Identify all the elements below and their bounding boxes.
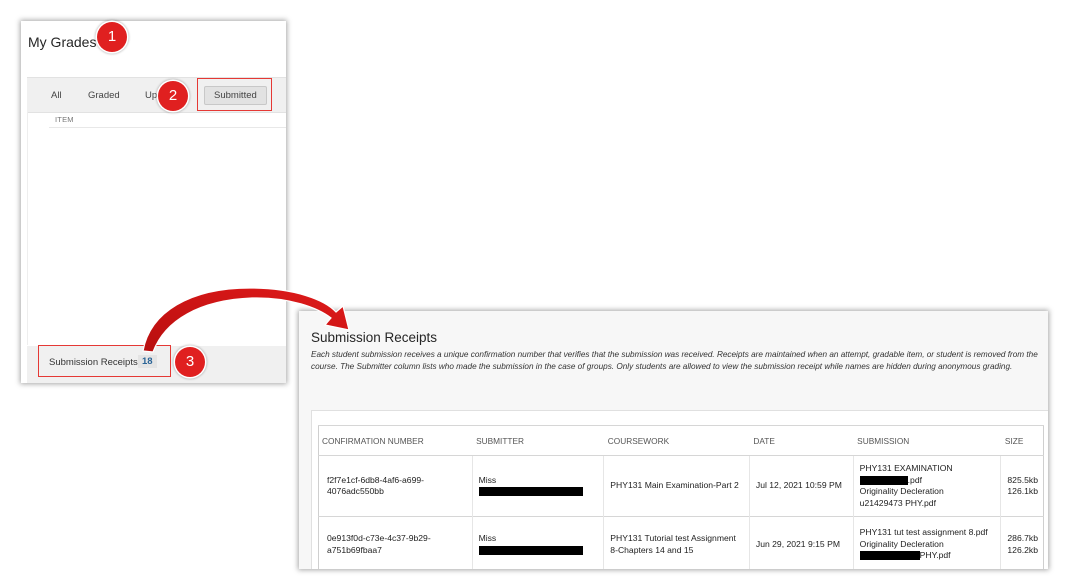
filter-graded[interactable]: Graded bbox=[88, 90, 120, 101]
cell-date: Jul 12, 2021 10:59 PM bbox=[749, 455, 854, 517]
submitter-name: Miss bbox=[478, 533, 497, 543]
cell-confirmation: f2f7e1cf-6db8-4af6-a699- 4076adc550bb bbox=[318, 455, 473, 517]
th-size: SIZE bbox=[1000, 425, 1044, 456]
th-submission: SUBMISSION bbox=[853, 425, 1001, 456]
size-value: 825.5kb bbox=[1007, 474, 1038, 485]
th-submitter: SUBMITTER bbox=[472, 425, 604, 456]
cell-size: 825.5kb 126.1kb bbox=[1000, 455, 1044, 517]
my-grades-panel: My Grades All Graded Up Submitted ITEM S… bbox=[21, 21, 286, 383]
cell-confirmation: 0e913f0d-c73e-4c37-9b29- a751b69fbaa7 bbox=[318, 516, 473, 569]
size-value: 126.1kb bbox=[1007, 486, 1038, 496]
callout-badge-2: 2 bbox=[158, 81, 188, 111]
redaction-bar bbox=[859, 475, 908, 485]
table-row: f2f7e1cf-6db8-4af6-a699- 4076adc550bb Mi… bbox=[318, 455, 1044, 517]
submission-file[interactable]: PHY.pdf bbox=[920, 550, 951, 560]
confirmation-line: 4076adc550bb bbox=[327, 486, 384, 496]
confirmation-line: f2f7e1cf-6db8-4af6-a699- bbox=[327, 474, 424, 485]
submission-file[interactable]: Originality Decleration bbox=[860, 539, 944, 549]
confirmation-line: 0e913f0d-c73e-4c37-9b29- bbox=[327, 533, 431, 543]
confirmation-line: a751b69fbaa7 bbox=[327, 544, 382, 555]
receipts-table: CONFIRMATION NUMBER SUBMITTER COURSEWORK… bbox=[318, 425, 1044, 569]
redaction-bar bbox=[859, 551, 920, 561]
cell-coursework: PHY131 Tutorial test Assignment 8-Chapte… bbox=[603, 516, 750, 569]
cell-coursework: PHY131 Main Examination-Part 2 bbox=[603, 455, 750, 517]
list-border bbox=[27, 112, 28, 345]
size-value: 286.7kb bbox=[1007, 533, 1038, 543]
column-header-item: ITEM bbox=[55, 115, 74, 124]
cell-submission: PHY131 EXAMINATION .pdf Originality Decl… bbox=[853, 455, 1002, 517]
submission-file[interactable]: Originality Decleration bbox=[860, 486, 944, 496]
submission-receipts-panel: Submission Receipts Each student submiss… bbox=[299, 311, 1048, 569]
submission-file[interactable]: u21429473 PHY.pdf bbox=[860, 498, 936, 508]
table-header-row: CONFIRMATION NUMBER SUBMITTER COURSEWORK… bbox=[318, 425, 1044, 456]
filter-upcoming[interactable]: Up bbox=[145, 90, 157, 101]
cell-submitter: Miss bbox=[472, 516, 605, 569]
highlight-box-submitted bbox=[197, 78, 272, 111]
cell-submission: PHY131 tut test assignment 8.pdf Origina… bbox=[853, 516, 1002, 569]
receipts-title: Submission Receipts bbox=[311, 330, 438, 345]
callout-badge-3: 3 bbox=[175, 347, 205, 377]
highlight-box-receipts bbox=[38, 345, 171, 377]
cell-size: 286.7kb 126.2kb bbox=[1000, 516, 1044, 569]
th-confirmation: CONFIRMATION NUMBER bbox=[318, 425, 473, 456]
table-row: 0e913f0d-c73e-4c37-9b29- a751b69fbaa7 Mi… bbox=[318, 516, 1044, 569]
callout-badge-1: 1 bbox=[97, 22, 127, 52]
my-grades-title: My Grades bbox=[28, 34, 97, 50]
column-divider bbox=[49, 127, 286, 128]
receipts-table-container: CONFIRMATION NUMBER SUBMITTER COURSEWORK… bbox=[311, 410, 1048, 569]
th-coursework: COURSEWORK bbox=[603, 425, 750, 456]
submitter-name: Miss bbox=[478, 474, 497, 485]
submission-file[interactable]: PHY131 EXAMINATION bbox=[860, 463, 953, 473]
redaction-bar bbox=[478, 545, 583, 555]
cell-date: Jun 29, 2021 9:15 PM bbox=[749, 516, 854, 569]
submission-file[interactable]: PHY131 tut test assignment 8.pdf bbox=[860, 527, 988, 537]
size-value: 126.2kb bbox=[1007, 544, 1038, 555]
receipts-description: Each student submission receives a uniqu… bbox=[311, 350, 1038, 371]
submission-file[interactable]: .pdf bbox=[908, 475, 922, 485]
filter-all[interactable]: All bbox=[51, 90, 62, 101]
redaction-bar bbox=[478, 487, 583, 497]
th-date: DATE bbox=[749, 425, 854, 456]
cell-submitter: Miss bbox=[472, 455, 605, 517]
